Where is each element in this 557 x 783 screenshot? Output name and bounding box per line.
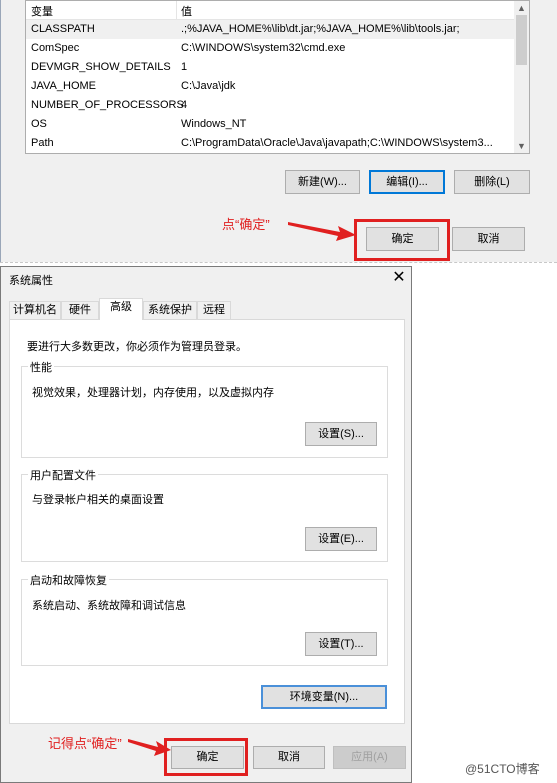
scroll-up-icon[interactable]: ▲ bbox=[514, 1, 529, 15]
group-title: 启动和故障恢复 bbox=[28, 572, 109, 588]
annotation-remember-ok: 记得点“确定” bbox=[48, 736, 122, 751]
env-vars-window-fragment: 变量 值 CLASSPATH .;%JAVA_HOME%\lib\dt.jar;… bbox=[0, 0, 557, 262]
dialog-apply-button: 应用(A) bbox=[333, 746, 406, 769]
group-description: 系统启动、系统故障和调试信息 bbox=[32, 600, 186, 612]
variable-name: ComSpec bbox=[31, 42, 80, 54]
variable-value: Windows_NT bbox=[181, 118, 247, 130]
group-title: 性能 bbox=[28, 359, 54, 375]
environment-variables-button[interactable]: 环境变量(N)... bbox=[261, 685, 387, 709]
scroll-thumb[interactable] bbox=[516, 15, 527, 65]
variable-name: DEVMGR_SHOW_DETAILS bbox=[31, 61, 171, 73]
annotation-click-ok: 点“确定” bbox=[222, 217, 270, 232]
variable-name: JAVA_HOME bbox=[31, 80, 96, 92]
tab-computer-name[interactable]: 计算机名 bbox=[9, 301, 61, 319]
vertical-scrollbar[interactable]: ▲ ▼ bbox=[514, 1, 529, 153]
dialog-title: 系统属性 bbox=[9, 275, 53, 287]
highlight-box bbox=[354, 219, 450, 261]
variable-value: 4 bbox=[181, 99, 188, 111]
annotation-arrow-icon bbox=[128, 739, 171, 756]
system-properties-dialog: 系统属性 ✕ 计算机名 硬件 高级 系统保护 远程 要进行大多数更改，你必须作为… bbox=[0, 266, 412, 783]
system-variables-list[interactable]: 变量 值 CLASSPATH .;%JAVA_HOME%\lib\dt.jar;… bbox=[25, 0, 530, 154]
variable-value: .;%JAVA_HOME%\lib\dt.jar;%JAVA_HOME%\lib… bbox=[181, 23, 460, 35]
startup-recovery-group: 启动和故障恢复 系统启动、系统故障和调试信息 设置(T)... bbox=[21, 572, 388, 666]
list-item[interactable]: JAVA_HOME C:\Java\jdk bbox=[26, 77, 515, 96]
user-profiles-settings-button[interactable]: 设置(E)... bbox=[305, 527, 377, 551]
variable-value: 1 bbox=[181, 61, 188, 73]
list-item[interactable]: DEVMGR_SHOW_DETAILS 1 bbox=[26, 58, 515, 77]
tab-system-protection[interactable]: 系统保护 bbox=[143, 301, 197, 319]
dialog-cancel-button[interactable]: 取消 bbox=[253, 746, 325, 769]
column-separator[interactable] bbox=[176, 1, 177, 19]
variable-name: OS bbox=[31, 118, 47, 130]
variable-name: CLASSPATH bbox=[31, 23, 95, 35]
performance-settings-button[interactable]: 设置(S)... bbox=[305, 422, 377, 446]
group-title: 用户配置文件 bbox=[28, 467, 98, 483]
env-cancel-button[interactable]: 取消 bbox=[452, 227, 525, 251]
new-variable-button[interactable]: 新建(W)... bbox=[285, 170, 360, 194]
variable-name: Path bbox=[31, 137, 54, 149]
column-header-variable[interactable]: 变量 bbox=[31, 3, 53, 19]
admin-note: 要进行大多数更改，你必须作为管理员登录。 bbox=[27, 341, 247, 353]
list-item[interactable]: Path C:\ProgramData\Oracle\Java\javapath… bbox=[26, 134, 515, 153]
tab-hardware[interactable]: 硬件 bbox=[61, 301, 99, 319]
advanced-tab-panel: 要进行大多数更改，你必须作为管理员登录。 性能 视觉效果，处理器计划，内存使用，… bbox=[9, 319, 405, 724]
highlight-box bbox=[164, 738, 248, 776]
list-item[interactable]: OS Windows_NT bbox=[26, 115, 515, 134]
scroll-down-icon[interactable]: ▼ bbox=[514, 139, 529, 153]
variable-value: C:\Java\jdk bbox=[181, 80, 236, 92]
list-header: 变量 值 bbox=[26, 1, 515, 20]
tab-remote[interactable]: 远程 bbox=[197, 301, 231, 319]
watermark: @51CTO博客 bbox=[465, 762, 540, 776]
annotation-arrow-icon bbox=[288, 222, 356, 241]
list-item[interactable]: CLASSPATH .;%JAVA_HOME%\lib\dt.jar;%JAVA… bbox=[26, 20, 515, 39]
column-header-value[interactable]: 值 bbox=[181, 3, 192, 19]
startup-recovery-settings-button[interactable]: 设置(T)... bbox=[305, 632, 377, 656]
variable-value: C:\ProgramData\Oracle\Java\javapath;C:\W… bbox=[181, 137, 493, 149]
group-description: 视觉效果，处理器计划，内存使用，以及虚拟内存 bbox=[32, 387, 274, 399]
edit-variable-button[interactable]: 编辑(I)... bbox=[369, 170, 445, 194]
group-description: 与登录帐户相关的桌面设置 bbox=[32, 494, 164, 506]
user-profiles-group: 用户配置文件 与登录帐户相关的桌面设置 设置(E)... bbox=[21, 467, 388, 562]
variable-name: NUMBER_OF_PROCESSORS bbox=[31, 99, 184, 111]
variable-value: C:\WINDOWS\system32\cmd.exe bbox=[181, 42, 346, 54]
window-edge bbox=[0, 0, 1, 262]
performance-group: 性能 视觉效果，处理器计划，内存使用，以及虚拟内存 设置(S)... bbox=[21, 359, 388, 458]
close-icon[interactable]: ✕ bbox=[389, 267, 409, 287]
list-item[interactable]: ComSpec C:\WINDOWS\system32\cmd.exe bbox=[26, 39, 515, 58]
list-item[interactable]: NUMBER_OF_PROCESSORS 4 bbox=[26, 96, 515, 115]
delete-variable-button[interactable]: 删除(L) bbox=[454, 170, 530, 194]
tab-advanced[interactable]: 高级 bbox=[99, 298, 143, 320]
